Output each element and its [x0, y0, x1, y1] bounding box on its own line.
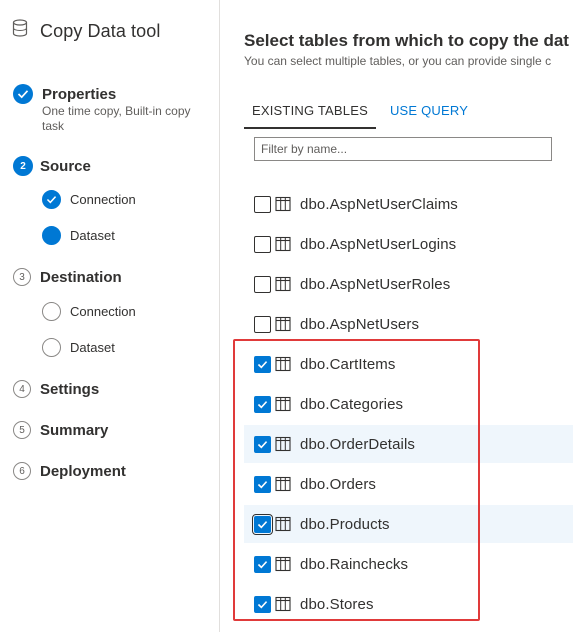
step-number-badge: 5	[13, 421, 31, 439]
table-icon	[275, 556, 291, 572]
table-checkbox[interactable]	[254, 275, 271, 293]
checkmark-icon	[257, 600, 268, 609]
app-title-label: Copy Data tool	[40, 21, 161, 41]
table-icon	[275, 356, 291, 372]
step-label: Deployment	[40, 462, 126, 480]
checkmark-icon	[257, 520, 268, 529]
table-name: dbo.Orders	[300, 475, 377, 493]
table-icon	[275, 516, 291, 532]
substep-destination-connection[interactable]: Connection	[42, 302, 136, 321]
substep-destination-dataset[interactable]: Dataset	[42, 338, 115, 357]
table-row[interactable]: dbo.AspNetUserClaims	[244, 185, 573, 223]
substep-label: Connection	[70, 192, 136, 207]
step-number-badge: 4	[13, 380, 31, 398]
step-label: Summary	[40, 421, 109, 439]
step-number-badge: 3	[13, 268, 31, 286]
table-icon	[275, 476, 291, 492]
substep-label: Connection	[70, 304, 136, 319]
step-properties[interactable]: Properties	[13, 84, 116, 104]
page-title: Select tables from which to copy the dat	[244, 31, 569, 50]
table-checkbox[interactable]	[254, 235, 271, 253]
step-settings[interactable]: 4 Settings	[13, 380, 99, 398]
table-name: dbo.CartItems	[300, 355, 396, 373]
substep-source-connection[interactable]: Connection	[42, 190, 136, 209]
checkmark-icon	[257, 560, 268, 569]
table-row[interactable]: dbo.AspNetUsers	[244, 305, 573, 343]
substep-source-dataset[interactable]: Dataset	[42, 226, 115, 245]
wizard-sidebar: Copy Data tool Properties One time copy,…	[0, 0, 220, 632]
active-step-indicator	[42, 226, 61, 245]
checkmark-icon	[257, 400, 268, 409]
page-subtitle: You can select multiple tables, or you c…	[244, 54, 552, 68]
table-checkbox[interactable]	[252, 513, 273, 535]
table-row[interactable]: dbo.Categories	[244, 385, 573, 423]
table-checkbox[interactable]	[254, 435, 271, 453]
table-row[interactable]: dbo.CartItems	[244, 345, 573, 383]
table-row[interactable]: dbo.Orders	[244, 465, 573, 503]
table-name: dbo.Products	[300, 515, 390, 533]
table-name: dbo.AspNetUserClaims	[300, 195, 458, 213]
step-label: Properties	[42, 85, 117, 103]
table-name: dbo.Stores	[300, 595, 374, 613]
step-label: Settings	[40, 380, 100, 398]
table-name: dbo.Rainchecks	[300, 555, 409, 573]
table-row[interactable]: dbo.OrderDetails	[244, 425, 573, 463]
tab-use-query[interactable]: USE QUERY	[382, 100, 476, 129]
table-checkbox[interactable]	[254, 475, 271, 493]
table-icon	[275, 316, 291, 332]
table-checkbox[interactable]	[254, 195, 271, 213]
table-row[interactable]: dbo.Rainchecks	[244, 545, 573, 583]
table-icon	[275, 276, 291, 292]
table-icon	[275, 196, 291, 212]
substep-label: Dataset	[70, 228, 115, 243]
table-name: dbo.AspNetUserLogins	[300, 235, 457, 253]
step-summary[interactable]: 5 Summary	[13, 421, 108, 439]
checkmark-icon	[257, 440, 268, 449]
step-number-badge: 2	[13, 156, 33, 176]
table-row[interactable]: dbo.Stores	[244, 585, 573, 623]
table-checkbox[interactable]	[254, 315, 271, 333]
table-name: dbo.AspNetUsers	[300, 315, 420, 333]
tab-existing-tables[interactable]: EXISTING TABLES	[244, 100, 376, 129]
table-checkbox[interactable]	[254, 395, 271, 413]
filter-input[interactable]	[254, 137, 552, 161]
pending-step-indicator	[42, 338, 61, 357]
table-name: dbo.AspNetUserRoles	[300, 275, 451, 293]
table-selection-panel: Select tables from which to copy the dat…	[220, 0, 573, 632]
step-description: One time copy, Built-in copy task	[42, 104, 191, 133]
table-checkbox[interactable]	[254, 555, 271, 573]
step-label: Source	[40, 157, 91, 175]
step-number-badge: 6	[13, 462, 31, 480]
step-source[interactable]: 2 Source	[13, 156, 91, 176]
table-icon	[275, 436, 291, 452]
substep-label: Dataset	[70, 340, 115, 355]
table-icon	[275, 396, 291, 412]
step-deployment[interactable]: 6 Deployment	[13, 462, 126, 480]
table-icon	[275, 596, 291, 612]
checkmark-icon	[257, 360, 268, 369]
table-row[interactable]: dbo.AspNetUserRoles	[244, 265, 573, 303]
table-row[interactable]: dbo.AspNetUserLogins	[244, 225, 573, 263]
table-icon	[275, 236, 291, 252]
checkmark-icon	[13, 84, 33, 104]
checkmark-icon	[257, 480, 268, 489]
pending-step-indicator	[42, 302, 61, 321]
table-name: dbo.Categories	[300, 395, 404, 413]
table-name: dbo.OrderDetails	[300, 435, 415, 453]
app-title: Copy Data tool	[10, 18, 160, 45]
database-icon	[10, 18, 30, 45]
table-checkbox[interactable]	[254, 595, 271, 613]
step-label: Destination	[40, 268, 122, 286]
source-tabs: EXISTING TABLES USE QUERY	[244, 100, 476, 129]
table-checkbox[interactable]	[254, 355, 271, 373]
step-destination[interactable]: 3 Destination	[13, 268, 122, 286]
table-row[interactable]: dbo.Products	[244, 505, 573, 543]
checkmark-icon	[42, 190, 61, 209]
